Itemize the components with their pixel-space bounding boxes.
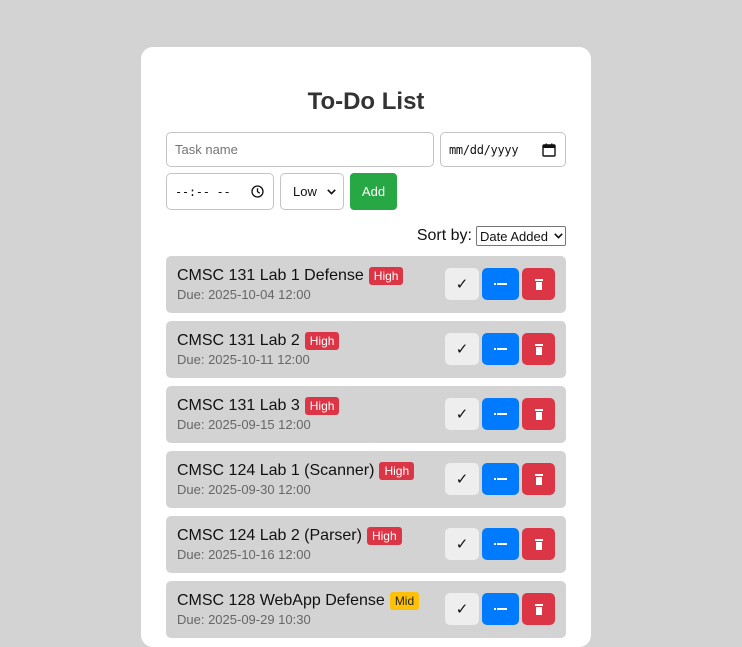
delete-button[interactable] bbox=[522, 333, 555, 365]
task-item: CMSC 128 WebApp Defense Mid Due: 2025-09… bbox=[166, 581, 566, 638]
due-date-input[interactable]: mm/dd/yyyy bbox=[440, 132, 566, 167]
task-name: CMSC 131 Lab 2 bbox=[177, 332, 300, 349]
task-actions: ✓ bbox=[445, 463, 555, 495]
pencil-icon bbox=[493, 347, 508, 351]
complete-button[interactable]: ✓ bbox=[445, 268, 479, 300]
task-due: Due: 2025-09-30 12:00 bbox=[177, 482, 311, 497]
trash-icon bbox=[534, 603, 543, 615]
pencil-icon bbox=[493, 542, 508, 546]
trash-icon bbox=[534, 343, 543, 355]
task-actions: ✓ bbox=[445, 333, 555, 365]
due-time-input[interactable]: --:-- -- bbox=[166, 173, 274, 210]
delete-button[interactable] bbox=[522, 528, 555, 560]
priority-badge: High bbox=[368, 267, 404, 285]
priority-badge: High bbox=[304, 332, 340, 350]
delete-button[interactable] bbox=[522, 463, 555, 495]
task-due: Due: 2025-09-15 12:00 bbox=[177, 417, 311, 432]
task-due: Due: 2025-10-04 12:00 bbox=[177, 287, 311, 302]
task-actions: ✓ bbox=[445, 268, 555, 300]
trash-icon bbox=[534, 473, 543, 485]
task-title-line: CMSC 128 WebApp Defense Mid bbox=[177, 592, 420, 610]
task-item: CMSC 124 Lab 1 (Scanner) High Due: 2025-… bbox=[166, 451, 566, 508]
task-name: CMSC 131 Lab 1 Defense bbox=[177, 267, 364, 284]
edit-button[interactable] bbox=[482, 463, 519, 495]
task-title-line: CMSC 131 Lab 1 Defense High bbox=[177, 267, 404, 285]
task-item: CMSC 131 Lab 3 High Due: 2025-09-15 12:0… bbox=[166, 386, 566, 443]
add-task-button[interactable]: Add bbox=[350, 173, 397, 210]
check-icon: ✓ bbox=[455, 406, 469, 423]
pencil-icon bbox=[493, 477, 508, 481]
check-icon: ✓ bbox=[455, 601, 469, 618]
task-actions: ✓ bbox=[445, 398, 555, 430]
sort-row: Sort by: Date Added bbox=[166, 226, 566, 246]
trash-icon bbox=[534, 408, 543, 420]
task-name: CMSC 131 Lab 3 bbox=[177, 397, 300, 414]
task-due: Due: 2025-10-11 12:00 bbox=[177, 352, 310, 367]
task-name-input[interactable] bbox=[166, 132, 434, 167]
task-name: CMSC 124 Lab 1 (Scanner) bbox=[177, 462, 375, 479]
chevron-down-icon bbox=[554, 233, 563, 239]
priority-badge: High bbox=[304, 397, 340, 415]
task-item: CMSC 124 Lab 2 (Parser) High Due: 2025-1… bbox=[166, 516, 566, 573]
task-title-line: CMSC 131 Lab 3 High bbox=[177, 397, 340, 415]
due-date-placeholder: mm/dd/yyyy bbox=[449, 142, 519, 157]
check-icon: ✓ bbox=[455, 341, 469, 358]
complete-button[interactable]: ✓ bbox=[445, 593, 479, 625]
due-time-placeholder: --:-- -- bbox=[175, 184, 231, 199]
trash-icon bbox=[534, 538, 543, 550]
clock-icon[interactable] bbox=[251, 185, 264, 198]
task-title-line: CMSC 124 Lab 1 (Scanner) High bbox=[177, 462, 415, 480]
trash-icon bbox=[534, 278, 543, 290]
pencil-icon bbox=[493, 607, 508, 611]
task-due: Due: 2025-09-29 10:30 bbox=[177, 612, 311, 627]
priority-badge: High bbox=[366, 527, 402, 545]
task-name: CMSC 128 WebApp Defense bbox=[177, 592, 385, 609]
add-task-row-1: mm/dd/yyyy bbox=[166, 132, 566, 167]
todo-card: To-Do List mm/dd/yyyy --:-- -- Low bbox=[141, 47, 591, 647]
delete-button[interactable] bbox=[522, 593, 555, 625]
complete-button[interactable]: ✓ bbox=[445, 333, 479, 365]
priority-select[interactable]: Low bbox=[280, 173, 344, 210]
edit-button[interactable] bbox=[482, 528, 519, 560]
edit-button[interactable] bbox=[482, 398, 519, 430]
task-item: CMSC 131 Lab 1 Defense High Due: 2025-10… bbox=[166, 256, 566, 313]
task-name: CMSC 124 Lab 2 (Parser) bbox=[177, 527, 362, 544]
pencil-icon bbox=[493, 282, 508, 286]
delete-button[interactable] bbox=[522, 268, 555, 300]
chevron-down-icon bbox=[327, 188, 336, 195]
edit-button[interactable] bbox=[482, 333, 519, 365]
check-icon: ✓ bbox=[455, 536, 469, 553]
delete-button[interactable] bbox=[522, 398, 555, 430]
complete-button[interactable]: ✓ bbox=[445, 463, 479, 495]
task-item: CMSC 131 Lab 2 High Due: 2025-10-11 12:0… bbox=[166, 321, 566, 378]
priority-selected-value: Low bbox=[293, 184, 317, 199]
sort-label: Sort by: bbox=[416, 227, 472, 244]
calendar-icon[interactable] bbox=[542, 143, 556, 157]
check-icon: ✓ bbox=[455, 471, 469, 488]
complete-button[interactable]: ✓ bbox=[445, 398, 479, 430]
add-task-row-2: --:-- -- Low Add bbox=[166, 173, 566, 210]
page-title: To-Do List bbox=[307, 88, 425, 115]
task-list: CMSC 131 Lab 1 Defense High Due: 2025-10… bbox=[166, 256, 566, 638]
sort-select[interactable]: Date Added bbox=[476, 226, 566, 246]
pencil-icon bbox=[493, 412, 508, 416]
priority-badge: High bbox=[379, 462, 415, 480]
task-actions: ✓ bbox=[445, 528, 555, 560]
complete-button[interactable]: ✓ bbox=[445, 528, 479, 560]
task-title-line: CMSC 131 Lab 2 High bbox=[177, 332, 340, 350]
priority-badge: Mid bbox=[389, 592, 420, 610]
edit-button[interactable] bbox=[482, 593, 519, 625]
check-icon: ✓ bbox=[455, 276, 469, 293]
edit-button[interactable] bbox=[482, 268, 519, 300]
sort-selected-value: Date Added bbox=[480, 228, 548, 244]
task-title-line: CMSC 124 Lab 2 (Parser) High bbox=[177, 527, 402, 545]
task-actions: ✓ bbox=[445, 593, 555, 625]
task-due: Due: 2025-10-16 12:00 bbox=[177, 547, 311, 562]
